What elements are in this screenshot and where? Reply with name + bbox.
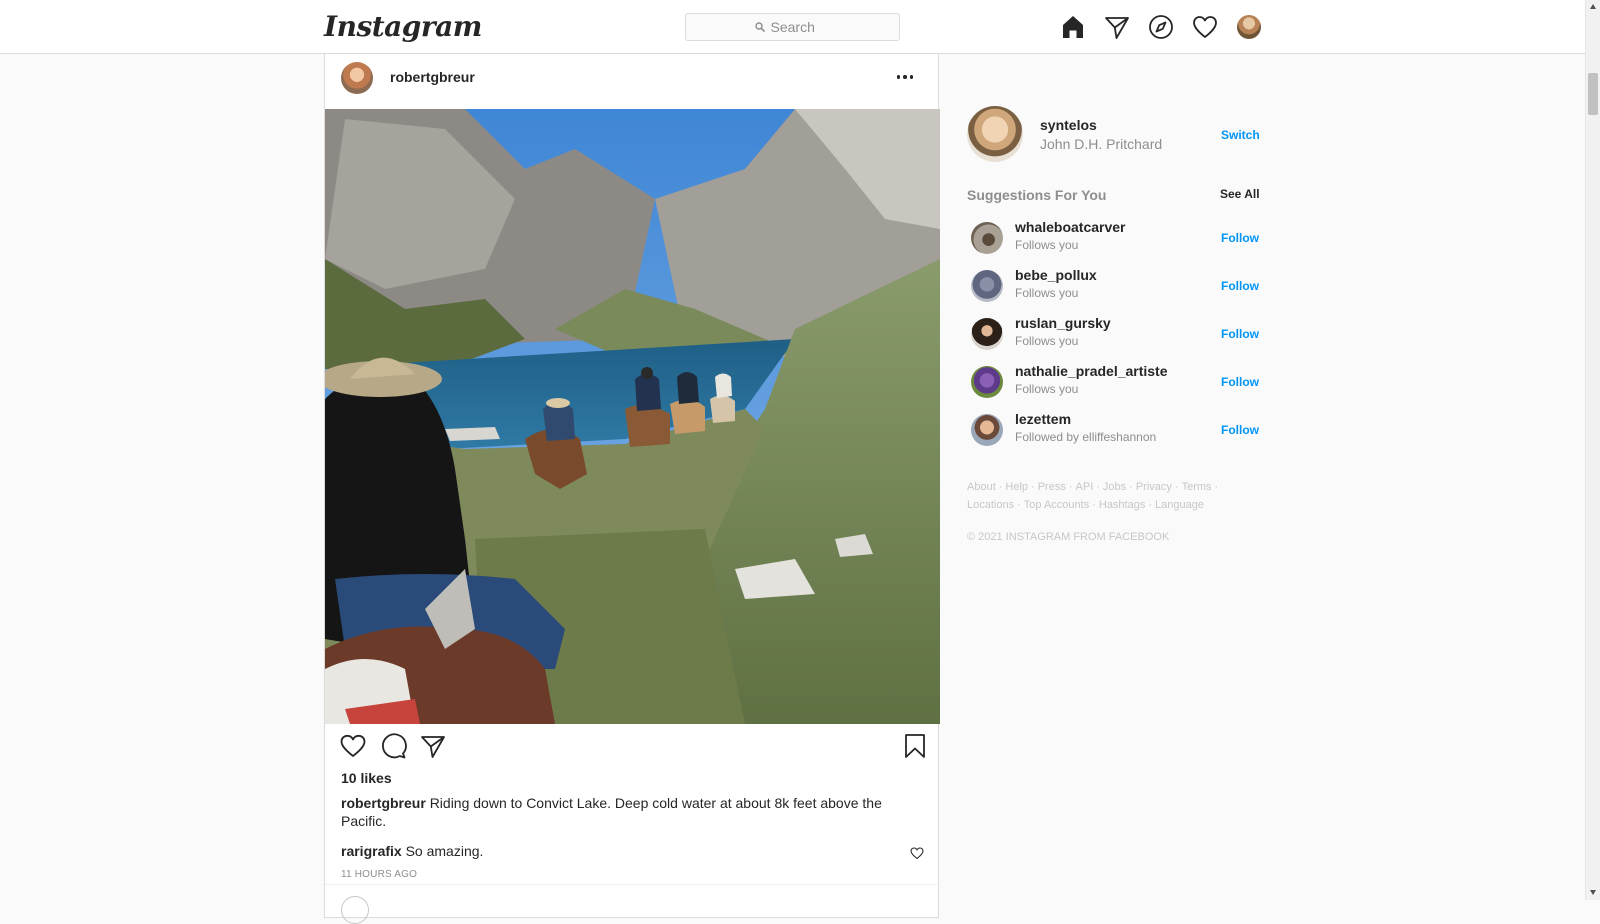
comment-username[interactable]: rarigrafix: [341, 843, 402, 859]
post-timestamp[interactable]: 11 HOURS AGO: [341, 869, 417, 880]
current-user-username[interactable]: syntelos: [1040, 117, 1097, 133]
suggestion-avatar[interactable]: [971, 318, 1003, 350]
profile-avatar[interactable]: [1237, 15, 1261, 39]
comment: rarigrafix So amazing.: [341, 843, 483, 859]
suggestion-avatar[interactable]: [971, 366, 1003, 398]
post-header: robertgbreur: [325, 48, 940, 108]
suggestion-subtitle: Follows you: [1015, 238, 1079, 252]
more-options-icon[interactable]: [890, 68, 920, 86]
search-input[interactable]: [770, 19, 831, 35]
post-caption: robertgbreur Riding down to Convict Lake…: [341, 794, 901, 830]
activity-heart-icon[interactable]: [1191, 13, 1219, 41]
divider: [325, 884, 940, 885]
footer-link-help[interactable]: Help: [1005, 481, 1028, 493]
comment-text: So amazing.: [405, 843, 484, 859]
post-author-avatar[interactable]: [341, 62, 373, 94]
direct-message-icon[interactable]: [1103, 13, 1131, 41]
suggestion-username[interactable]: lezettem: [1015, 411, 1071, 427]
home-icon[interactable]: [1059, 13, 1087, 41]
footer-link-api[interactable]: API: [1076, 481, 1094, 493]
switch-account-button[interactable]: Switch: [1221, 128, 1260, 142]
feed-post: robertgbreur 10 likes robertgbreur Ridin…: [324, 48, 940, 924]
comment-icon[interactable]: [379, 732, 407, 760]
suggestion-username[interactable]: bebe_pollux: [1015, 267, 1097, 283]
footer-link-about[interactable]: About: [967, 481, 996, 493]
likes-count[interactable]: 10 likes: [341, 770, 392, 786]
suggestion-username[interactable]: whaleboatcarver: [1015, 219, 1126, 235]
suggestion-username[interactable]: ruslan_gursky: [1015, 315, 1111, 331]
search-icon: [754, 22, 765, 32]
scroll-up-arrow-icon[interactable]: [1590, 4, 1596, 9]
footer-link-top-accounts[interactable]: Top Accounts: [1024, 499, 1089, 511]
footer-link-hashtags[interactable]: Hashtags: [1099, 499, 1145, 511]
footer-link-language[interactable]: Language: [1155, 499, 1204, 511]
follow-button[interactable]: Follow: [1221, 327, 1259, 341]
suggestion-row: ruslan_gursky Follows you Follow: [967, 310, 1262, 358]
suggestion-row: bebe_pollux Follows you Follow: [967, 262, 1262, 310]
post-actions: [339, 732, 929, 762]
like-heart-icon[interactable]: [339, 732, 367, 760]
current-user-avatar[interactable]: [967, 106, 1023, 162]
suggestion-subtitle: Follows you: [1015, 286, 1079, 300]
save-bookmark-icon[interactable]: [901, 732, 929, 760]
footer-links: About · Help · Press · API · Jobs · Privacy · Terms ·…: [967, 481, 1219, 511]
footer-link-privacy[interactable]: Privacy: [1136, 481, 1172, 493]
suggestion-subtitle: Follows you: [1015, 382, 1079, 396]
suggestion-avatar[interactable]: [971, 222, 1003, 254]
suggestions-heading: Suggestions For You: [967, 187, 1107, 203]
comment-like-heart-icon[interactable]: [910, 846, 924, 860]
instagram-logo[interactable]: Instagram: [324, 10, 482, 43]
top-navigation-bar: Instagram: [0, 0, 1585, 54]
page-scrollbar[interactable]: [1585, 0, 1600, 900]
next-post-avatar[interactable]: [341, 896, 369, 924]
footer-link-locations[interactable]: Locations: [967, 499, 1014, 511]
follow-button[interactable]: Follow: [1221, 375, 1259, 389]
post-image[interactable]: [325, 109, 940, 724]
post-author-username[interactable]: robertgbreur: [390, 69, 475, 85]
follow-button[interactable]: Follow: [1221, 279, 1259, 293]
footer-link-jobs[interactable]: Jobs: [1103, 481, 1126, 493]
follow-button[interactable]: Follow: [1221, 423, 1259, 437]
suggestion-subtitle: Follows you: [1015, 334, 1079, 348]
suggestion-subtitle: Followed by elliffeshannon: [1015, 430, 1157, 444]
footer-link-press[interactable]: Press: [1038, 481, 1066, 493]
suggestion-avatar[interactable]: [971, 414, 1003, 446]
scroll-down-arrow-icon[interactable]: [1590, 890, 1596, 895]
suggestion-avatar[interactable]: [971, 270, 1003, 302]
share-icon[interactable]: [419, 732, 447, 760]
suggestion-row: lezettem Followed by elliffeshannon Foll…: [967, 406, 1262, 454]
see-all-button[interactable]: See All: [1220, 187, 1260, 201]
caption-username[interactable]: robertgbreur: [341, 795, 426, 811]
suggestion-username[interactable]: nathalie_pradel_artiste: [1015, 363, 1168, 379]
footer-link-terms[interactable]: Terms: [1182, 481, 1212, 493]
explore-icon[interactable]: [1147, 13, 1175, 41]
follow-button[interactable]: Follow: [1221, 231, 1259, 245]
scroll-thumb[interactable]: [1588, 73, 1598, 115]
suggestion-row: nathalie_pradel_artiste Follows you Foll…: [967, 358, 1262, 406]
suggestion-row: whaleboatcarver Follows you Follow: [967, 214, 1262, 262]
current-user-fullname: John D.H. Pritchard: [1040, 136, 1163, 152]
copyright-text: © 2021 INSTAGRAM FROM FACEBOOK: [967, 531, 1170, 543]
search-box[interactable]: [685, 13, 900, 41]
